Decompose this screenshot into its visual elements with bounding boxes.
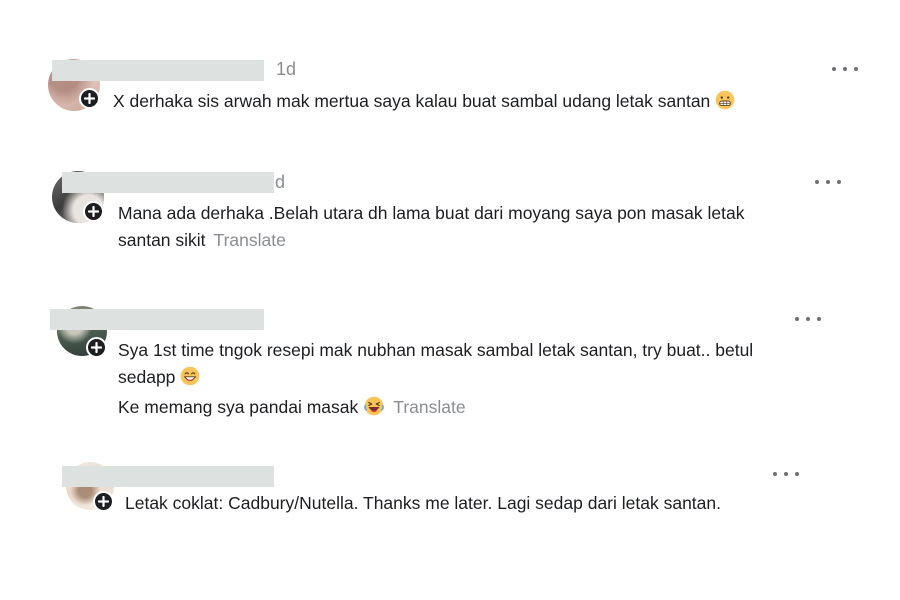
author-name-redacted[interactable] xyxy=(62,466,274,487)
add-friend-icon[interactable] xyxy=(86,337,107,358)
comment-timestamp[interactable]: 1d xyxy=(276,58,296,80)
translate-link[interactable]: Translate xyxy=(214,230,286,250)
more-options-icon[interactable] xyxy=(795,314,821,324)
comment-text-line: X derhaka sis arwah mak mertua saya kala… xyxy=(113,91,711,111)
comment-text-line: sedapp xyxy=(118,367,176,387)
more-options-icon[interactable] xyxy=(773,469,799,479)
comment-text-line: Letak coklat: Cadbury/Nutella. Thanks me… xyxy=(125,493,721,513)
grimacing-face-icon xyxy=(715,90,735,118)
more-options-icon[interactable] xyxy=(815,177,841,187)
grinning-face-icon xyxy=(180,366,200,394)
author-name-redacted[interactable] xyxy=(50,309,264,330)
author-name-redacted[interactable] xyxy=(62,172,274,193)
comment-text-line: Ke memang sya pandai masak xyxy=(118,397,359,417)
comment-text-line: Sya 1st time tngok resepi mak nubhan mas… xyxy=(118,340,754,360)
comment-body: X derhaka sis arwah mak mertua saya kala… xyxy=(113,88,735,118)
comment-body: Letak coklat: Cadbury/Nutella. Thanks me… xyxy=(125,490,721,517)
comment-timestamp[interactable]: d xyxy=(275,171,285,193)
translate-link[interactable]: Translate xyxy=(393,397,465,417)
add-friend-icon[interactable] xyxy=(79,88,100,109)
comment-body: Mana ada derhaka .Belah utara dh lama bu… xyxy=(118,200,745,254)
add-friend-icon[interactable] xyxy=(93,491,114,512)
laughing-face-icon xyxy=(363,396,385,424)
comment-body: Sya 1st time tngok resepi mak nubhan mas… xyxy=(118,337,753,424)
comment-text-line: santan sikit xyxy=(118,230,206,250)
comment-text-line: Mana ada derhaka .Belah utara dh lama bu… xyxy=(118,203,745,223)
more-options-icon[interactable] xyxy=(832,64,858,74)
add-friend-icon[interactable] xyxy=(83,201,104,222)
author-name-redacted[interactable] xyxy=(52,60,264,81)
